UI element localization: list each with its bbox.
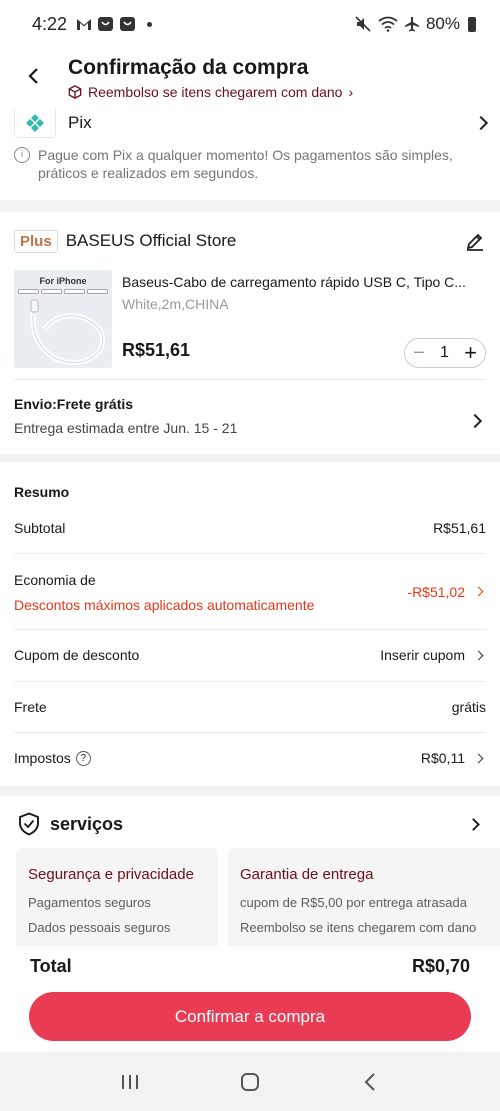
subtotal-label: Subtotal [14,520,66,536]
shipping-cost-value: grátis [451,699,486,715]
shield-check-icon [19,812,39,836]
service-card-line: Dados pessoais seguros [28,920,171,935]
nav-back-icon [364,1072,375,1091]
gmail-icon [77,19,92,30]
nav-back-button[interactable] [350,1062,390,1102]
subtotal-row: Subtotal R$51,61 [14,520,486,536]
chevron-right-icon [473,753,484,763]
status-time: 4:22 [32,13,68,34]
wifi-icon [378,16,398,32]
plus-badge: Plus [14,229,58,253]
store-order-section: Plus BASEUS Official Store For iPhone Ba… [0,212,500,454]
service-card-title: Garantia de entrega [240,866,374,883]
refund-guarantee-link[interactable]: Reembolso se itens chegarem com dano › [68,84,353,100]
taxes-label: Impostos [14,750,71,766]
coupon-label: Cupom de desconto [14,647,140,663]
service-card-line: Pagamentos seguros [28,895,151,910]
battery-icon [468,16,476,32]
service-card-security[interactable]: Segurança e privacidade Pagamentos segur… [16,848,218,946]
delivery-estimate: Entrega estimada entre Jun. 15 - 21 [14,420,238,436]
taxes-value: R$0,11 [420,750,465,766]
service-card-delivery-guarantee[interactable]: Garantia de entrega cupom de R$5,00 por … [228,848,500,946]
battery-percent: 80% [425,14,460,33]
subtotal-value: R$51,61 [433,520,486,536]
app-icon [120,17,136,31]
services-title: serviços [50,813,124,834]
store-name: BASEUS Official Store [65,231,237,250]
recents-button[interactable] [110,1062,150,1102]
service-card-title: Segurança e privacidade [28,866,194,883]
service-card-line: Reembolso se itens chegarem com dano [240,920,477,935]
chevron-right-icon [467,817,480,831]
chevron-right-icon [473,650,484,660]
mute-icon [355,16,371,32]
shipping-cost-row: Frete grátis [14,699,486,715]
page-header: Confirmação da compra Reembolso se itens… [0,48,500,108]
cable-image [30,299,106,365]
insert-coupon-link[interactable]: Inserir cupom [380,647,465,663]
coupon-row[interactable]: Cupom de desconto Inserir cupom [14,647,486,663]
pix-info-text: Pague com Pix a qualquer momento! Os pag… [38,147,453,181]
package-icon [68,85,82,99]
pix-logo-icon [14,108,56,138]
savings-description: Descontos máximos aplicados automaticame… [14,597,315,613]
savings-label: Economia de [14,572,96,588]
back-arrow-icon [28,68,38,84]
system-nav-bar [0,1052,500,1111]
services-header[interactable]: serviços [18,810,486,838]
status-bar: 4:22 80% [0,0,500,48]
pix-info-note: i Pague com Pix a qualquer momento! Os p… [14,146,486,182]
increase-quantity-button[interactable]: + [464,340,477,366]
taxes-row[interactable]: Impostos ? R$0,11 [14,750,486,766]
info-icon: i [14,147,30,163]
product-title[interactable]: Baseus-Cabo de carregamento rápido USB C… [122,274,486,290]
order-summary: Resumo Subtotal R$51,61 Economia de Desc… [0,462,500,786]
shipping-option[interactable]: Envio:Frete grátis Entrega estimada entr… [14,396,486,448]
page-title: Confirmação da compra [68,56,309,79]
store-header: Plus BASEUS Official Store [14,228,486,254]
back-button[interactable] [22,64,46,88]
summary-title: Resumo [14,484,70,500]
checkout-footer: Total R$0,70 Confirmar a compra [0,946,500,1052]
services-section: serviços Segurança e privacidade Pagamen… [0,796,500,946]
total-label: Total [30,956,72,976]
airplane-icon [404,17,419,32]
chevron-right-icon [473,586,484,597]
product-price: R$51,61 [122,340,191,360]
savings-value: -R$51,02 [407,584,465,600]
app-icon [98,17,114,31]
help-icon[interactable]: ? [75,750,91,766]
notification-dot [147,21,153,27]
chevron-right-icon: › [348,84,354,100]
decrease-quantity-button[interactable]: − [413,342,425,365]
payment-method-pix[interactable]: Pix [14,108,489,138]
shipping-title: Envio:Frete grátis [14,396,134,412]
home-icon [241,1072,259,1091]
payment-section: Pix i Pague com Pix a qualquer momento! … [0,108,500,200]
savings-row[interactable]: Economia de Descontos máximos aplicados … [14,572,486,618]
divider [14,379,486,380]
quantity-stepper: − 1 + [404,338,486,368]
service-card-line: cupom de R$5,00 por entrega atrasada [240,895,467,910]
recents-icon [122,1074,138,1089]
product-item: For iPhone Baseus-Cabo de carregamento r… [14,270,486,380]
edit-icon[interactable] [464,230,486,252]
total-value: R$0,70 [411,956,470,976]
payment-method-label: Pix [68,113,92,132]
confirm-purchase-button[interactable]: Confirmar a compra [29,992,471,1041]
shipping-cost-label: Frete [14,699,47,715]
chevron-right-icon [473,115,489,131]
total-row: Total R$0,70 [30,956,470,977]
quantity-value: 1 [439,344,449,361]
home-button[interactable] [230,1062,270,1102]
refund-notice-text: Reembolso se itens chegarem com dano [88,84,343,100]
product-variant[interactable]: White,2m,CHINA [122,296,229,312]
product-thumbnail[interactable]: For iPhone [14,270,112,368]
